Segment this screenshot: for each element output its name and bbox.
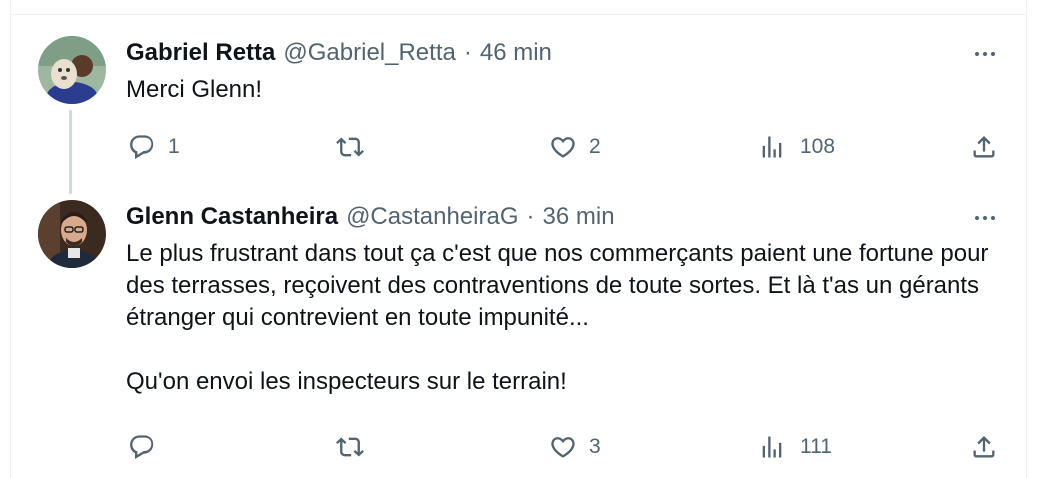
reply-icon [130,135,154,159]
tweet-paragraph: Qu'on envoi les inspecteurs sur le terra… [126,368,567,395]
retweet-icon [336,137,364,157]
view-count: 111 [800,435,832,458]
like-button[interactable]: 3 [549,432,601,462]
avatar-photo [38,36,106,104]
heart-icon [551,437,575,458]
views-icon [762,136,782,158]
separator: · [526,203,535,230]
reply-button[interactable]: 1 [128,132,180,162]
tweet-paragraph: Merci Glenn! [126,76,263,103]
heart-icon [551,137,575,158]
avatar[interactable] [38,200,106,268]
avatar-photo [38,200,106,268]
author-name[interactable]: Gabriel Retta [126,38,275,68]
tweet-text: Le plus frustrant dans tout ça c'est que… [126,238,1006,398]
reply-button[interactable] [128,432,168,462]
separator: · [463,39,472,66]
tweet-text: Merci Glenn! [126,74,1006,106]
share-button[interactable] [970,132,998,162]
like-button[interactable]: 2 [549,132,601,162]
tweet-actions: 1 2 108 [0,132,1038,162]
divider [10,14,1027,15]
retweet-button[interactable] [336,432,376,462]
tweet-header: Gabriel Retta @Gabriel_Retta · 46 min [126,38,552,68]
author-handle[interactable]: @CastanheiraG [346,202,518,232]
timestamp[interactable]: 36 min [543,202,615,232]
share-icon [973,136,995,158]
timestamp[interactable]: 46 min [480,38,552,68]
like-count: 2 [589,135,601,158]
views-button[interactable]: 111 [758,432,832,462]
reply-icon [130,435,154,459]
like-count: 3 [589,435,601,458]
views-button[interactable]: 108 [758,132,835,162]
tweet-header: Glenn Castanheira @CastanheiraG · 36 min [126,202,615,232]
tweet-paragraph: Le plus frustrant dans tout ça c'est que… [126,240,989,331]
view-count: 108 [800,135,836,158]
retweet-button[interactable] [336,132,376,162]
tweet-actions: 3 111 [0,432,1038,462]
author-name[interactable]: Glenn Castanheira [126,202,338,232]
avatar[interactable] [38,36,106,104]
share-icon [973,436,995,458]
views-icon [762,436,782,458]
share-button[interactable] [970,432,998,462]
author-handle[interactable]: @Gabriel_Retta [283,38,455,68]
more-icon[interactable] [970,42,1000,66]
retweet-icon [336,437,364,457]
reply-count: 1 [168,135,180,158]
more-icon[interactable] [970,206,1000,230]
